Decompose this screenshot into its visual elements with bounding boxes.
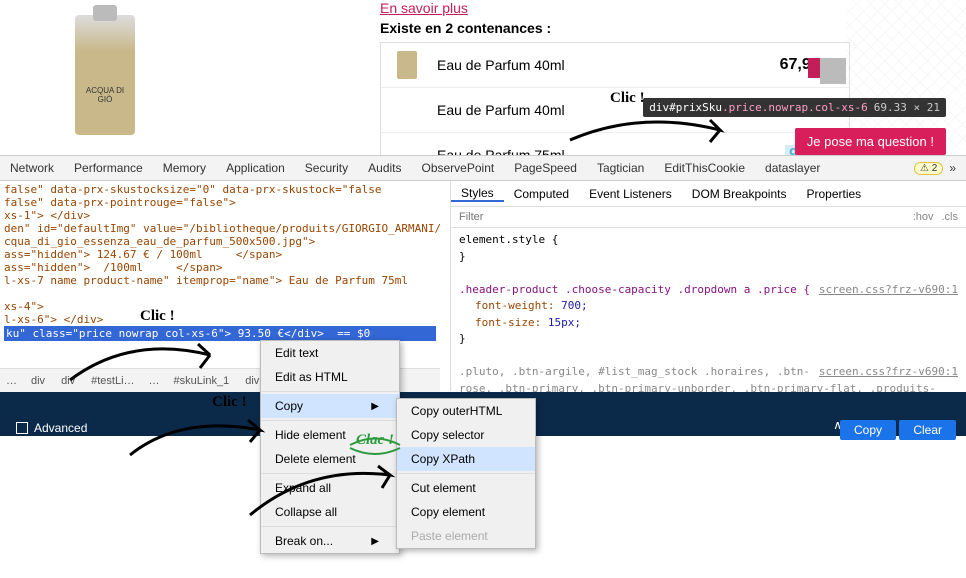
mini-bottle-icon [397, 96, 417, 124]
html-line[interactable]: ass="hidden"> /100ml </span> [4, 261, 436, 274]
menu-copy[interactable]: Copy▶ [261, 394, 399, 418]
tooltip-selector: div#prixSku [649, 101, 722, 114]
menu-expand[interactable]: Expand all [261, 476, 399, 500]
html-line-selected[interactable]: ku" class="price nowrap col-xs-6"> 93.50… [4, 326, 436, 341]
tab-performance[interactable]: Performance [64, 155, 153, 181]
styles-filter-input[interactable] [459, 211, 913, 223]
css-source-link[interactable]: screen.css?frz-v690:1 [819, 364, 958, 381]
menu-delete[interactable]: Delete element [261, 447, 399, 471]
html-line[interactable]: l-xs-7 name product-name" itemprop="name… [4, 274, 436, 287]
breadcrumb-ellipsis[interactable]: … [143, 375, 166, 387]
ask-question-button[interactable]: Je pose ma question ! [795, 128, 946, 155]
html-line[interactable]: ass="hidden"> 124.67 € / 100ml </span> [4, 248, 436, 261]
html-line[interactable]: den" id="defaultImg" value="/bibliothequ… [4, 222, 436, 235]
menu-edit-html[interactable]: Edit as HTML [261, 365, 399, 389]
more-tabs-icon[interactable]: » [949, 161, 956, 175]
css-rule[interactable]: screen.css?frz-v690:1.header-product .ch… [459, 282, 958, 299]
css-brace: } [459, 331, 958, 348]
styles-tab-bar: Styles Computed Event Listeners DOM Brea… [451, 181, 966, 207]
breadcrumb-item[interactable]: div [23, 375, 53, 387]
css-rules[interactable]: element.style { } screen.css?frz-v690:1.… [451, 228, 966, 418]
menu-copy-element[interactable]: Copy element [397, 500, 535, 524]
html-line[interactable]: false" data-prx-pointrouge="false"> [4, 196, 436, 209]
styles-tab-breakpoints[interactable]: DOM Breakpoints [682, 187, 797, 201]
tab-security[interactable]: Security [295, 155, 358, 181]
html-line[interactable]: xs-4"> [4, 300, 436, 313]
perfume-bottle: ACQUA DIGIÒ [75, 15, 135, 135]
breadcrumb-item[interactable]: #testLi… [83, 375, 142, 387]
styles-tab-styles[interactable]: Styles [451, 186, 504, 202]
element-inspector-tooltip: div#prixSku.price.nowrap.col-xs-6 69.33 ×… [643, 98, 946, 117]
breadcrumb-item[interactable]: div [53, 375, 83, 387]
html-line[interactable] [4, 287, 436, 300]
cls-toggle[interactable]: .cls [942, 211, 959, 223]
bottle-name: GIÒ [98, 95, 113, 104]
css-property[interactable]: font-weight: 700; [459, 298, 958, 315]
css-brace: } [459, 249, 958, 266]
tab-observepoint[interactable]: ObservePoint [412, 155, 505, 181]
html-line[interactable]: xs-1"> </div> [4, 209, 436, 222]
html-line[interactable]: l-xs-6"> </div> [4, 313, 436, 326]
chevron-right-icon: ▶ [371, 536, 379, 547]
html-line[interactable]: false" data-prx-skustocksize="0" data-pr… [4, 183, 436, 196]
scroll-top-icon[interactable] [820, 58, 846, 84]
menu-collapse[interactable]: Collapse all [261, 500, 399, 524]
menu-cut-element[interactable]: Cut element [397, 476, 535, 500]
menu-separator [261, 391, 399, 392]
menu-edit-text[interactable]: Edit text [261, 341, 399, 365]
capacity-row[interactable]: Eau de Parfum 40ml 67,90 € [381, 43, 849, 88]
breadcrumb-item[interactable]: #skuLink_1 [166, 375, 238, 387]
styles-tab-computed[interactable]: Computed [504, 187, 579, 201]
tab-application[interactable]: Application [216, 155, 295, 181]
styles-tab-properties[interactable]: Properties [796, 187, 871, 201]
menu-paste-element: Paste element [397, 524, 535, 548]
menu-break[interactable]: Break on...▶ [261, 529, 399, 553]
styles-tab-listeners[interactable]: Event Listeners [579, 187, 682, 201]
clear-button[interactable]: Clear [899, 420, 956, 440]
menu-separator [261, 526, 399, 527]
context-submenu-copy: Copy outerHTML Copy selector Copy XPath … [396, 398, 536, 549]
tab-tagtician[interactable]: Tagtician [587, 155, 654, 181]
context-menu-element: Edit text Edit as HTML Copy▶ Hide elemen… [260, 340, 400, 554]
html-line[interactable]: cqua_di_gio_essenza_eau_de_parfum_500x50… [4, 235, 436, 248]
tab-audits[interactable]: Audits [358, 155, 411, 181]
hov-toggle[interactable]: :hov [913, 211, 934, 223]
mini-bottle-icon [397, 51, 417, 79]
menu-copy-outerhtml[interactable]: Copy outerHTML [397, 399, 535, 423]
learn-more-link[interactable]: En savoir plus [380, 0, 468, 16]
tab-network[interactable]: Network [0, 155, 64, 181]
css-source-link[interactable]: screen.css?frz-v690:1 [819, 282, 958, 299]
tab-pagespeed[interactable]: PageSpeed [504, 155, 587, 181]
tab-memory[interactable]: Memory [153, 155, 216, 181]
menu-separator [261, 473, 399, 474]
product-image: ACQUA DIGIÒ [30, 0, 180, 150]
breadcrumb-ellipsis[interactable]: … [0, 375, 23, 387]
tab-editthiscookie[interactable]: EditThisCookie [654, 155, 755, 181]
bottle-brand: ACQUA DI [86, 86, 124, 95]
chevron-right-icon: ▶ [371, 401, 379, 412]
capacity-label: Eau de Parfum 40ml [437, 57, 780, 73]
menu-hide[interactable]: Hide element [261, 423, 399, 447]
styles-panel: Styles Computed Event Listeners DOM Brea… [450, 181, 966, 391]
tab-dataslayer[interactable]: dataslayer [755, 155, 830, 181]
existe-label: Existe en 2 contenances : [380, 20, 936, 36]
menu-copy-xpath[interactable]: Copy XPath [397, 447, 535, 471]
advanced-checkbox[interactable] [16, 422, 28, 434]
warning-badge[interactable]: ⚠ 2 [914, 162, 943, 175]
menu-copy-selector[interactable]: Copy selector [397, 423, 535, 447]
tooltip-classes: .price.nowrap.col-xs-6 [722, 101, 868, 114]
menu-separator [397, 473, 535, 474]
css-property[interactable]: font-size: 15px; [459, 315, 958, 332]
css-rule[interactable]: element.style { [459, 232, 958, 249]
styles-filter-row: :hov .cls [451, 207, 966, 228]
copy-button[interactable]: Copy [840, 420, 896, 440]
menu-separator [261, 420, 399, 421]
devtools-tab-bar: Network Performance Memory Application S… [0, 155, 966, 181]
advanced-label: Advanced [34, 421, 87, 435]
product-area: ACQUA DIGIÒ En savoir plus Existe en 2 c… [0, 0, 966, 155]
bottle-cap [93, 5, 117, 21]
tooltip-dimensions: 69.33 × 21 [874, 101, 940, 114]
